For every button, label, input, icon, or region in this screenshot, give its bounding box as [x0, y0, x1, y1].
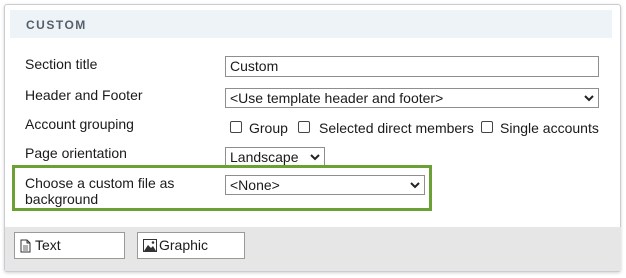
custom-file-label-line1: Choose a custom file as: [25, 175, 175, 191]
section-title-input[interactable]: Custom: [225, 56, 599, 77]
graphic-button[interactable]: Graphic: [137, 232, 245, 259]
page-orientation-select-value: Landscape: [230, 149, 299, 165]
group-checkbox[interactable]: [230, 121, 242, 133]
header-footer-select-value: <Use template header and footer>: [230, 90, 444, 106]
custom-file-label-line2: background: [25, 191, 99, 207]
group-checkbox-label: Group: [249, 120, 288, 136]
single-accounts-label: Single accounts: [500, 120, 599, 136]
single-accounts-checkbox[interactable]: [481, 121, 493, 133]
header-footer-label: Header and Footer: [25, 87, 143, 103]
section-title-label: Section title: [25, 56, 98, 72]
page-orientation-select[interactable]: Landscape: [225, 147, 325, 167]
selected-direct-members-checkbox[interactable]: [298, 121, 310, 133]
custom-file-select-value: <None>: [230, 177, 280, 193]
page-orientation-label: Page orientation: [25, 145, 127, 161]
chevron-down-icon: [410, 182, 420, 189]
section-header: CUSTOM: [10, 10, 612, 38]
text-button-label: Text: [35, 237, 61, 253]
section-header-title: CUSTOM: [26, 18, 87, 32]
chevron-down-icon: [584, 95, 594, 102]
custom-file-select[interactable]: <None>: [225, 175, 425, 195]
account-grouping-label: Account grouping: [25, 116, 134, 132]
text-button[interactable]: Text: [14, 232, 125, 259]
graphic-button-label: Graphic: [159, 237, 209, 253]
selected-direct-members-label: Selected direct members: [319, 120, 474, 136]
header-footer-select[interactable]: <Use template header and footer>: [225, 88, 599, 108]
chevron-down-icon: [310, 154, 320, 161]
image-icon: [143, 239, 157, 252]
document-icon: [20, 239, 31, 253]
